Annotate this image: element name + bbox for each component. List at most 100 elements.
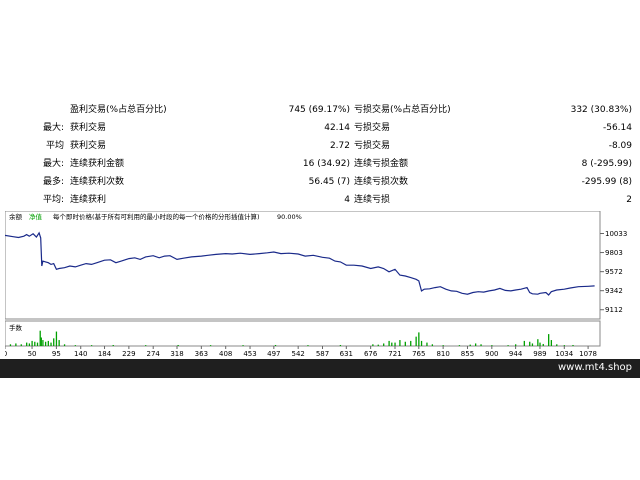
x-tick-label: 765	[412, 350, 425, 358]
stats-row: 盈利交易(%占总百分比) 745 (69.17%) 亏损交易(%占总百分比) 332 …	[0, 101, 640, 119]
volume-bar	[112, 344, 114, 346]
stat-label: 亏损交易(%占总百分比)	[354, 105, 451, 115]
x-tick-label: 676	[364, 350, 378, 358]
x-tick-label: 453	[243, 350, 256, 358]
y-grid	[600, 233, 604, 311]
volume-bar	[507, 345, 509, 346]
volume-bar	[399, 340, 401, 346]
volume-bar	[177, 344, 179, 346]
x-tick-label: 95	[52, 350, 61, 358]
volume-bar	[556, 344, 558, 346]
stat-label: 亏损交易	[354, 141, 391, 151]
modelling-quality: 90.00%	[277, 213, 302, 221]
volume-bar	[410, 340, 412, 346]
volume-bar	[34, 341, 36, 346]
x-tick-label: 497	[267, 350, 280, 358]
stats-row: 平均: 连续获利 4 连续亏损 2	[0, 191, 640, 209]
volume-bar	[209, 345, 212, 346]
stat-value: 2.72	[329, 141, 350, 151]
stat-value: -56.14	[602, 123, 632, 133]
x-tick-label: 631	[340, 350, 353, 358]
volume-bar	[442, 345, 444, 346]
x-tick-label: 810	[436, 350, 449, 358]
volume-bar	[480, 344, 482, 346]
volume-bar	[242, 345, 244, 346]
x-tick-label: 587	[316, 350, 329, 358]
volume-bar	[420, 340, 423, 346]
x-tick-label: 318	[170, 350, 183, 358]
volume-bar	[9, 344, 12, 346]
tab-balance[interactable]: 余额	[9, 212, 23, 221]
volume-bar	[44, 341, 47, 346]
balance-chart: 余额 净值 每个即时价格(基于所有可利用的最小时段的每一个价格的分形插值计算) …	[3, 210, 635, 361]
stat-label: 连续亏损	[354, 195, 391, 205]
stat-value: -8.09	[608, 141, 632, 151]
stats-row: 最大: 连续获利金额 16 (34.92) 连续亏损金额 8 (-295.99)	[0, 155, 640, 173]
stat-label: 获利交易	[70, 123, 107, 133]
volume-bar	[474, 343, 477, 346]
volume-bar	[31, 340, 33, 346]
volume-bar	[47, 340, 49, 346]
stat-label: 连续获利金额	[70, 159, 125, 169]
stat-prefix: 平均:	[42, 195, 64, 205]
volume-bar	[63, 344, 66, 346]
volume-bar	[491, 345, 493, 346]
volume-bar	[529, 341, 531, 346]
x-tick-label: 50	[28, 350, 37, 358]
x-tick-label: 1034	[555, 350, 573, 358]
volume-bar	[523, 340, 525, 346]
stat-value: 2	[626, 195, 632, 205]
x-tick-label: 274	[147, 350, 161, 358]
stat-value: 332 (30.83%)	[570, 105, 632, 115]
volume-bar	[377, 344, 379, 346]
stat-value: 56.45 (7)	[308, 177, 350, 187]
tab-equity[interactable]: 净值	[29, 212, 43, 221]
y-tick-label: 10033	[605, 230, 627, 238]
volume-bar	[339, 344, 342, 346]
stat-value: 8 (-295.99)	[581, 159, 632, 169]
volume-bar	[90, 345, 93, 346]
volume-bar	[74, 345, 77, 346]
volume-bar	[15, 343, 17, 346]
stat-value: 16 (34.92)	[302, 159, 350, 169]
volume-bar	[415, 336, 417, 346]
volume-bar	[418, 332, 420, 346]
y-tick-label: 9112	[605, 306, 623, 314]
volume-bar	[548, 334, 550, 346]
stat-label: 连续获利	[70, 195, 107, 205]
stat-label: 连续亏损次数	[354, 177, 409, 187]
x-tick-label: 0	[5, 350, 7, 358]
stat-prefix: 平均	[45, 141, 64, 151]
x-tick-label: 1078	[579, 350, 597, 358]
x-tick-label: 184	[98, 350, 112, 358]
x-tick-label: 944	[509, 350, 523, 358]
x-tick-label: 140	[74, 350, 87, 358]
main-plot-area	[4, 210, 601, 320]
stat-label: 连续亏损金额	[354, 159, 409, 169]
x-axis: 0 50 95 140 184 229 274 318 363 408 453 497 542 587 63…	[3, 346, 597, 358]
volume-bar	[383, 343, 385, 346]
volume-bar	[542, 343, 544, 346]
volume-bar	[388, 340, 390, 346]
y-axis: 10033 9803 9572 9342 9112	[605, 230, 627, 314]
volume-bar	[372, 344, 374, 346]
volume-bar	[394, 342, 396, 346]
stat-value: 745 (69.17%)	[288, 105, 350, 115]
stat-value: 4	[344, 195, 350, 205]
volume-bar	[391, 342, 393, 346]
volume-bar	[531, 343, 534, 346]
stat-label: 获利交易	[70, 141, 107, 151]
volume-bar	[426, 342, 428, 346]
x-tick-label: 408	[219, 350, 232, 358]
volume-bar	[50, 342, 52, 346]
x-tick-label: 900	[485, 350, 498, 358]
volume-bar	[42, 340, 44, 346]
x-tick-label: 855	[461, 350, 474, 358]
volume-bar	[36, 342, 39, 346]
volume-bar	[145, 345, 147, 346]
watermark: www.mt4.shop	[557, 362, 632, 373]
statistics-table: 盈利交易(%占总百分比) 745 (69.17%) 亏损交易(%占总百分比) 332 …	[0, 101, 640, 209]
stat-value: 42.14	[324, 123, 350, 133]
volume-bar	[28, 343, 31, 346]
y-tick-label: 9342	[605, 287, 623, 295]
